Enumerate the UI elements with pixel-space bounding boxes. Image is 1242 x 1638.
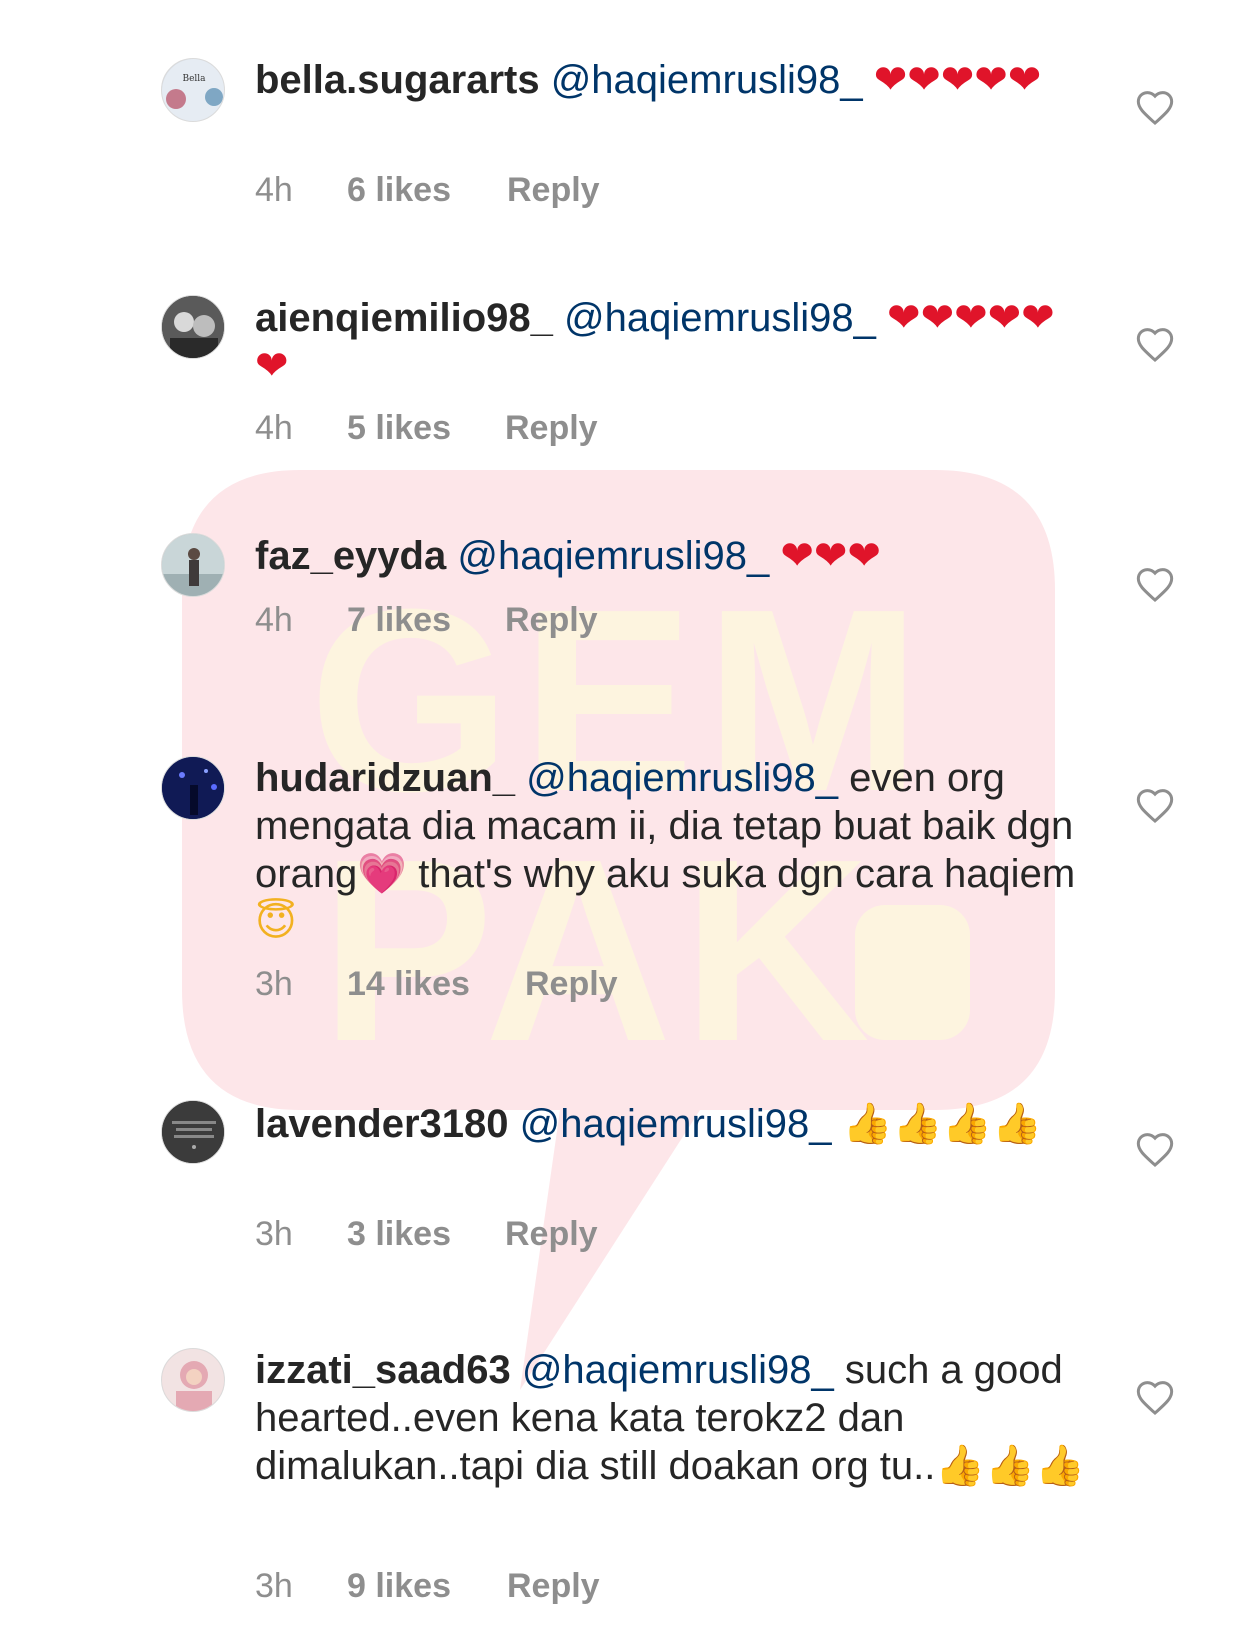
reply-button[interactable]: Reply bbox=[507, 1564, 600, 1608]
comment-mention[interactable]: @haqiemrusli98_ bbox=[457, 534, 769, 578]
reply-button[interactable]: Reply bbox=[505, 406, 598, 450]
heart-outline-icon[interactable] bbox=[1135, 88, 1175, 128]
heart-outline-icon[interactable] bbox=[1135, 325, 1175, 365]
avatar-image bbox=[162, 534, 224, 596]
comment-username[interactable]: bella.sugararts bbox=[255, 58, 540, 102]
comment-likes[interactable]: 7 likes bbox=[347, 598, 451, 642]
thumbs-up-emoji: 👍👍👍👍 bbox=[842, 1101, 1042, 1147]
reply-button[interactable]: Reply bbox=[525, 962, 618, 1006]
avatar[interactable] bbox=[161, 756, 225, 820]
avatar-image: Bella bbox=[162, 59, 224, 121]
comment-mention[interactable]: @haqiemrusli98_ bbox=[551, 58, 863, 102]
comment-text: hudaridzuan_ @haqiemrusli98_ even org me… bbox=[255, 754, 1085, 946]
reply-button[interactable]: Reply bbox=[505, 1212, 598, 1256]
comment-text: izzati_saad63 @haqiemrusli98_ such a goo… bbox=[255, 1346, 1085, 1490]
comment-likes[interactable]: 3 likes bbox=[347, 1212, 451, 1256]
svg-text:Bella: Bella bbox=[182, 74, 206, 84]
pink-heart-emoji: 💗 bbox=[357, 851, 408, 897]
comments-list: Bella bella.sugararts @haqiemrusli98_ ❤❤… bbox=[0, 0, 1242, 1638]
comment-time: 4h bbox=[255, 601, 293, 639]
comment-time: 3h bbox=[255, 1215, 293, 1253]
comment-text: aienqiemilio98_ @haqiemrusli98_ ❤❤❤❤❤❤ bbox=[255, 294, 1085, 390]
comment-time: 4h bbox=[255, 171, 293, 209]
comment-time: 4h bbox=[255, 409, 293, 447]
avatar[interactable] bbox=[161, 1100, 225, 1164]
comment-username[interactable]: aienqiemilio98_ bbox=[255, 296, 553, 340]
comment-likes[interactable]: 6 likes bbox=[347, 168, 451, 212]
heart-outline-icon[interactable] bbox=[1135, 1130, 1175, 1170]
comment-time: 3h bbox=[255, 965, 293, 1003]
comment-mention[interactable]: @haqiemrusli98_ bbox=[526, 756, 838, 800]
comment-username[interactable]: faz_eyyda bbox=[255, 534, 446, 578]
heart-emoji: ❤❤❤❤❤ bbox=[873, 57, 1042, 103]
heart-outline-icon[interactable] bbox=[1135, 786, 1175, 826]
comment-text: faz_eyyda @haqiemrusli98_ ❤❤❤ bbox=[255, 532, 1085, 580]
comment-likes[interactable]: 9 likes bbox=[347, 1564, 451, 1608]
avatar[interactable] bbox=[161, 295, 225, 359]
avatar-image bbox=[162, 1101, 224, 1163]
comment-likes[interactable]: 14 likes bbox=[347, 962, 470, 1006]
comment-message-continued: that's why aku suka dgn cara haqiem bbox=[407, 852, 1076, 896]
heart-outline-icon[interactable] bbox=[1135, 565, 1175, 605]
avatar[interactable]: Bella bbox=[161, 58, 225, 122]
comment-username[interactable]: hudaridzuan_ bbox=[255, 756, 515, 800]
heart-emoji: ❤❤❤ bbox=[780, 533, 881, 579]
comment-likes[interactable]: 5 likes bbox=[347, 406, 451, 450]
comment-username[interactable]: izzati_saad63 bbox=[255, 1348, 511, 1392]
avatar-image bbox=[162, 296, 224, 358]
comment-text: lavender3180 @haqiemrusli98_ 👍👍👍👍 bbox=[255, 1100, 1085, 1148]
reply-button[interactable]: Reply bbox=[505, 598, 598, 642]
comment-username[interactable]: lavender3180 bbox=[255, 1102, 509, 1146]
comment-mention[interactable]: @haqiemrusli98_ bbox=[520, 1102, 832, 1146]
comment-text: bella.sugararts @haqiemrusli98_ ❤❤❤❤❤ bbox=[255, 56, 1085, 104]
thumbs-up-emoji: 👍👍👍 bbox=[935, 1443, 1085, 1489]
avatar-image bbox=[162, 757, 224, 819]
angel-smile-emoji: 😇 bbox=[255, 899, 297, 945]
comment-mention[interactable]: @haqiemrusli98_ bbox=[522, 1348, 834, 1392]
avatar-image bbox=[162, 1349, 224, 1411]
comment-mention[interactable]: @haqiemrusli98_ bbox=[564, 296, 876, 340]
reply-button[interactable]: Reply bbox=[507, 168, 600, 212]
avatar[interactable] bbox=[161, 533, 225, 597]
heart-outline-icon[interactable] bbox=[1135, 1378, 1175, 1418]
comment-time: 3h bbox=[255, 1567, 293, 1605]
avatar[interactable] bbox=[161, 1348, 225, 1412]
